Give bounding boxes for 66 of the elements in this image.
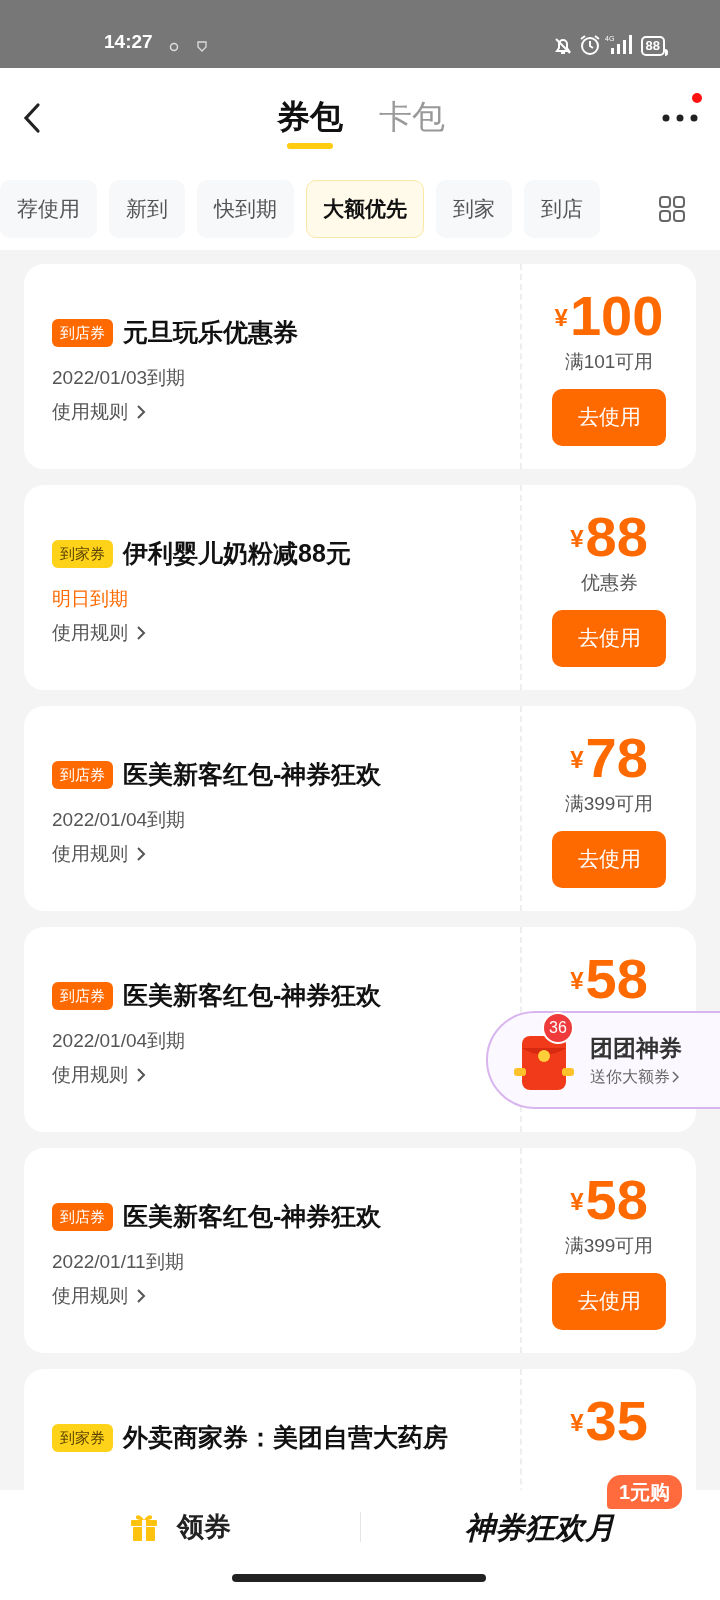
alarm-icon (578, 34, 601, 56)
expiry-date: 明日到期 (52, 586, 129, 611)
coupon-amount: 100 (569, 286, 664, 346)
notification-icon (168, 42, 179, 52)
usage-condition: 满399可用 (564, 792, 654, 816)
promo-badge: 1元购 (606, 1474, 682, 1509)
usage-rules-link[interactable]: 使用规则 (52, 1061, 128, 1090)
filter-chip[interactable]: 到家 (436, 180, 512, 238)
coupon-title: 外卖商家券：美团自营大药房 (123, 1422, 448, 1453)
chevron-right-icon[interactable] (136, 846, 146, 863)
promo-widget[interactable]: 36 团团神券 送你大额券 (486, 1011, 720, 1109)
coupon-title: 医美新客红包-神券狂欢 (123, 759, 382, 790)
usage-condition: 优惠券 (580, 571, 638, 595)
promo-title: 团团神券 (590, 1033, 682, 1063)
expiry-date: 2022/01/04到期 (52, 1028, 187, 1053)
currency-symbol: ¥ (570, 1408, 584, 1438)
gift-icon (128, 1512, 159, 1542)
coupon-title: 元旦玩乐优惠券 (123, 317, 298, 348)
coupon-title: 医美新客红包-神券狂欢 (123, 1201, 382, 1232)
coupon-amount: 58 (585, 949, 648, 1009)
muted-bell-icon (552, 36, 573, 56)
promo-subtitle: 送你大额券 (590, 1067, 670, 1088)
usage-condition: 满101可用 (564, 350, 654, 374)
usage-rules-link[interactable]: 使用规则 (52, 840, 128, 869)
coupon-type-tag: 到店券 (52, 760, 113, 789)
chevron-right-icon[interactable] (136, 1067, 146, 1084)
clock: 14:27 (104, 29, 153, 54)
coupon-amount: 35 (585, 1391, 648, 1451)
filter-chip[interactable]: 荐使用 (0, 180, 97, 238)
filter-chip[interactable]: 新到 (109, 180, 185, 238)
usage-rules-link[interactable]: 使用规则 (52, 1282, 128, 1311)
usage-condition: 满399可用 (564, 1234, 654, 1258)
currency-symbol: ¥ (570, 966, 584, 996)
usage-rules-link[interactable]: 使用规则 (52, 619, 128, 648)
count-badge: 36 (542, 1012, 574, 1044)
coupon-title: 伊利婴儿奶粉减88元 (123, 538, 351, 569)
coupon-title: 医美新客红包-神券狂欢 (123, 980, 382, 1011)
usage-rules-link[interactable]: 使用规则 (52, 398, 128, 427)
coupon-type-tag: 到店券 (52, 1202, 113, 1231)
filter-chip[interactable]: 快到期 (197, 180, 294, 238)
currency-symbol: ¥ (570, 1187, 584, 1217)
chevron-right-icon (672, 1071, 679, 1084)
filter-chip[interactable]: 到店 (524, 180, 600, 238)
chevron-right-icon[interactable] (136, 404, 146, 421)
chevron-right-icon[interactable] (136, 625, 146, 642)
coupon-amount: 88 (585, 507, 648, 567)
coupon-amount: 58 (585, 1170, 648, 1230)
chevron-right-icon[interactable] (136, 1288, 146, 1305)
grid-view-icon[interactable] (659, 196, 685, 222)
more-menu-icon[interactable] (662, 114, 698, 122)
coupon-type-tag: 到家券 (52, 539, 113, 568)
filter-chip[interactable]: 大额优先 (306, 180, 424, 238)
battery-indicator: 88 (640, 36, 665, 56)
currency-symbol: ¥ (570, 524, 584, 554)
expiry-date: 2022/01/11到期 (52, 1249, 185, 1274)
currency-symbol: ¥ (570, 745, 584, 775)
coupon-type-tag: 到家券 (52, 1423, 113, 1452)
shield-icon (196, 41, 207, 52)
coupon-type-tag: 到店券 (52, 981, 113, 1010)
expiry-date: 2022/01/04到期 (52, 807, 187, 832)
claim-coupons-tab[interactable]: 领券 (0, 1506, 360, 1548)
expiry-date: 2022/01/03到期 (52, 365, 187, 390)
coupon-type-tag: 到店券 (52, 318, 113, 347)
coupon-amount: 78 (585, 728, 648, 788)
header-tab[interactable]: 券包 (277, 87, 343, 149)
currency-symbol: ¥ (554, 303, 568, 333)
